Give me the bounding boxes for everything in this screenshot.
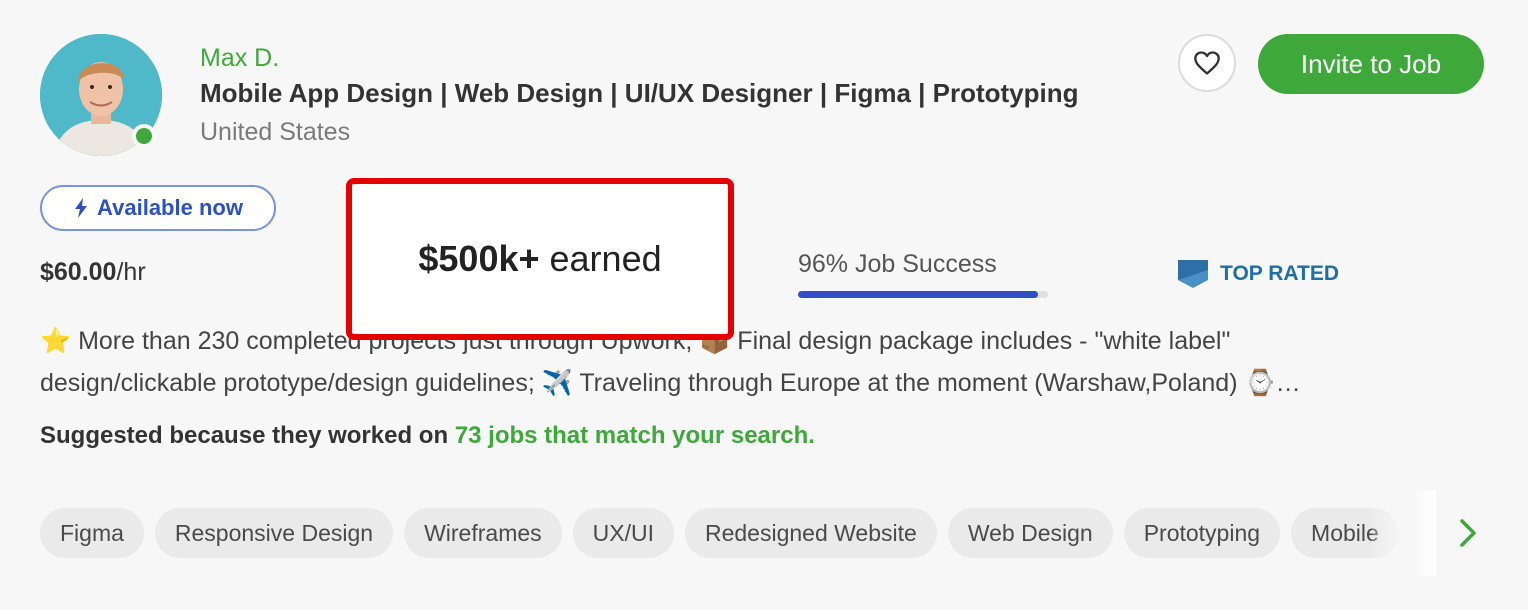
online-status-dot bbox=[132, 124, 156, 148]
freelancer-card[interactable]: Max D. Mobile App Design | Web Design | … bbox=[0, 0, 1528, 610]
top-rated-badge: TOP RATED bbox=[1176, 258, 1339, 290]
earned-suffix: earned bbox=[549, 238, 662, 279]
top-rated-shield-icon bbox=[1178, 260, 1208, 288]
skill-chip[interactable]: Wireframes bbox=[404, 508, 562, 558]
skill-chip[interactable]: Prototyping bbox=[1123, 508, 1281, 558]
rate-value: $60.00 bbox=[40, 258, 117, 286]
profile-description: ⭐ More than 230 completed projects just … bbox=[40, 320, 1490, 404]
hourly-rate: $60.00/hr bbox=[40, 258, 146, 287]
matching-jobs-link[interactable]: 73 jobs that match your search. bbox=[455, 422, 815, 449]
available-now-badge: Available now bbox=[40, 185, 276, 231]
freelancer-headline: Mobile App Design | Web Design | UI/UX D… bbox=[200, 78, 1079, 108]
skills-fade bbox=[1372, 490, 1436, 576]
freelancer-name[interactable]: Max D. bbox=[200, 44, 279, 73]
job-success-label: 96% Job Success bbox=[798, 250, 997, 278]
skill-chip[interactable]: Redesigned Website bbox=[684, 508, 937, 558]
skill-chip[interactable]: Figma bbox=[40, 508, 144, 558]
save-button[interactable] bbox=[1178, 34, 1236, 92]
job-success-fill bbox=[798, 291, 1038, 298]
total-earned-highlight: $500k+ earned bbox=[346, 178, 734, 340]
job-success-bar bbox=[798, 291, 1048, 298]
skill-chip[interactable]: Responsive Design bbox=[154, 508, 394, 558]
top-rated-label: TOP RATED bbox=[1220, 262, 1340, 285]
heart-icon bbox=[1194, 51, 1220, 75]
suggestion-prefix: Suggested because they worked on bbox=[40, 422, 455, 449]
description-line-1: ⭐ More than 230 completed projects just … bbox=[40, 327, 1231, 355]
skill-chip[interactable]: Web Design bbox=[947, 508, 1113, 558]
rate-unit: /hr bbox=[116, 258, 146, 286]
earned-value: $500k+ bbox=[418, 238, 540, 279]
lightning-icon bbox=[75, 198, 88, 218]
suggestion-text: Suggested because they worked on 73 jobs… bbox=[40, 422, 815, 450]
available-now-label: Available now bbox=[97, 195, 243, 220]
freelancer-location: United States bbox=[200, 118, 351, 146]
skills-next-button[interactable] bbox=[1448, 512, 1488, 554]
skills-list: Figma Responsive Design Wireframes UX/UI Red… bbox=[40, 508, 1399, 558]
skill-chip[interactable]: UX/UI bbox=[572, 508, 674, 558]
description-line-2: design/clickable prototype/design guidel… bbox=[40, 369, 1301, 397]
invite-to-job-button[interactable]: Invite to Job bbox=[1258, 34, 1484, 94]
chevron-right-icon bbox=[1460, 519, 1476, 547]
